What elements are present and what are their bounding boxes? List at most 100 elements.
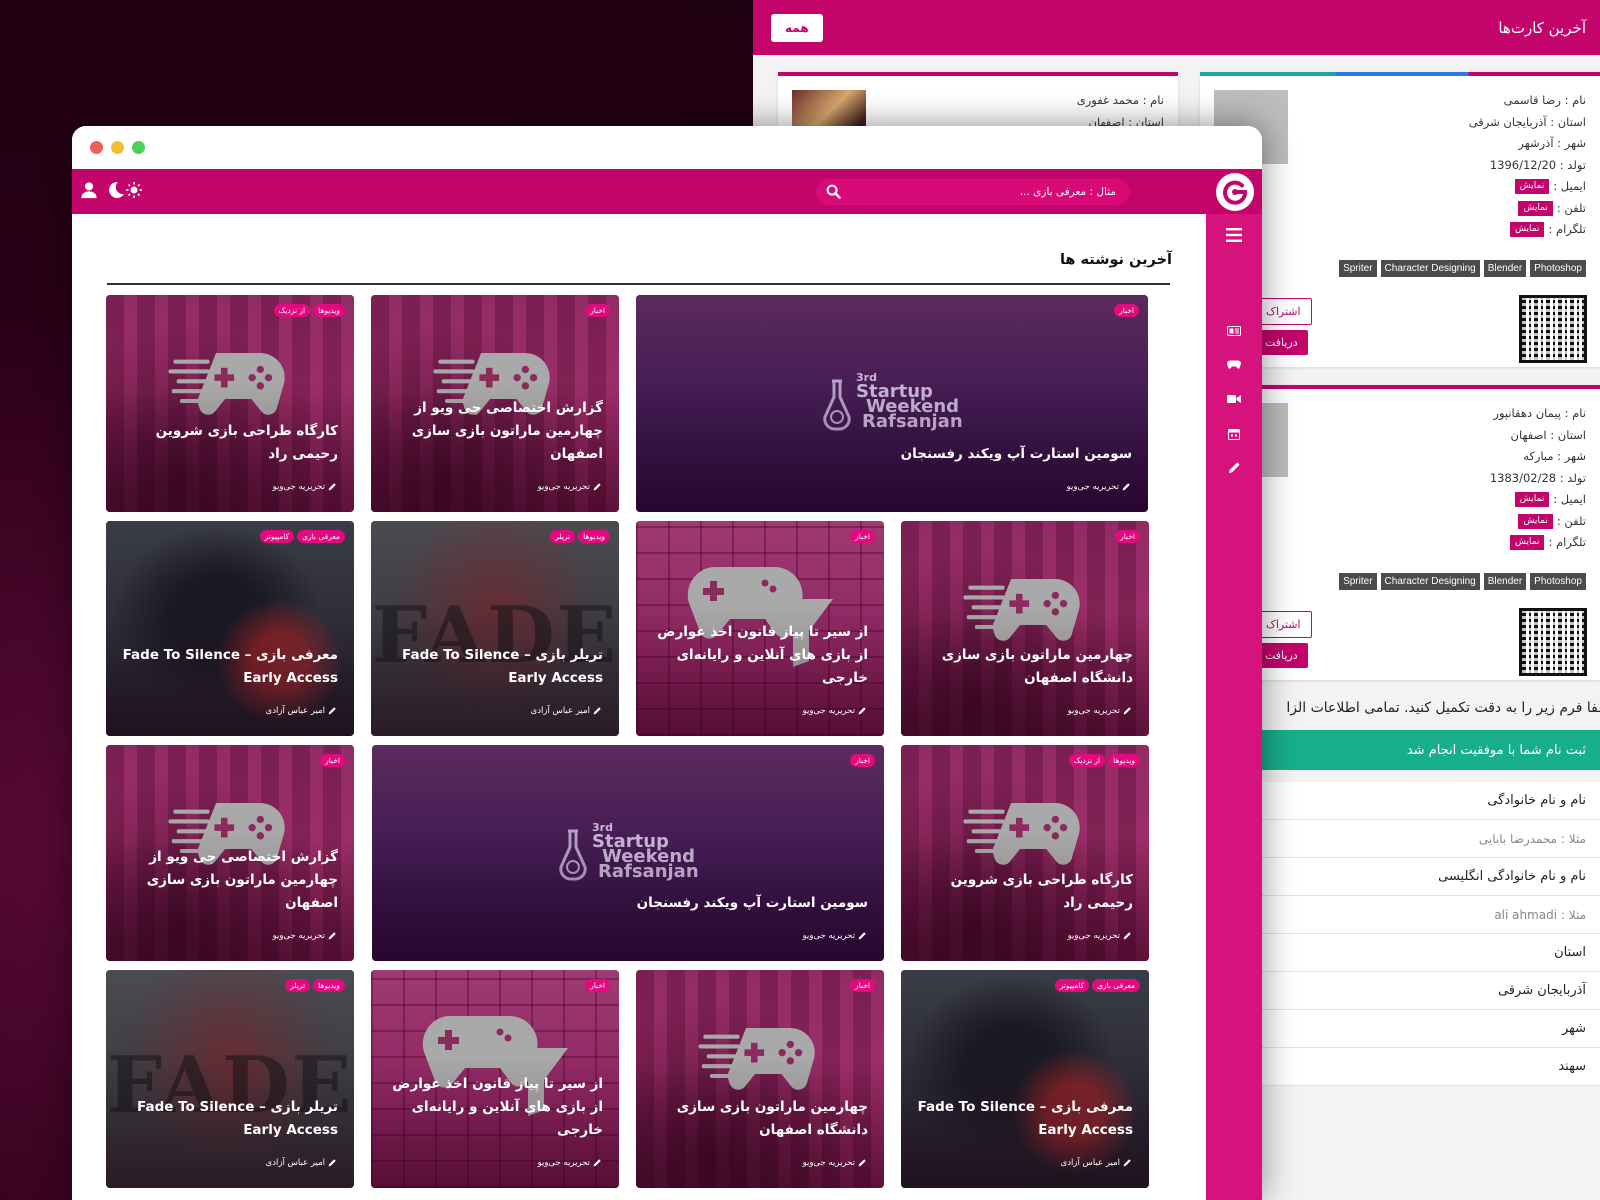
author-name: تحریریه جی‌ویو xyxy=(1066,482,1119,492)
post-title[interactable]: تریلر بازی Fade To Silence – Early Acces… xyxy=(122,1096,338,1142)
post-card[interactable]: اخبار از سیر تا پیاز قانون اخذ عوارض از … xyxy=(636,521,884,736)
pencil-icon xyxy=(1123,932,1131,940)
category-tag[interactable]: ویدیوها xyxy=(313,304,345,317)
skill-tag: Character Designing xyxy=(1380,260,1480,277)
skill-tag: Spriter xyxy=(1339,573,1377,590)
user-icon[interactable] xyxy=(80,181,98,199)
category-tag[interactable]: از نزدیک xyxy=(273,304,311,317)
post-card[interactable]: 3rd Startup Weekend Rafsanjan اخبار سومی… xyxy=(636,295,1148,512)
post-card[interactable]: 3rd Startup Weekend Rafsanjan اخبار سومی… xyxy=(372,745,884,961)
news-icon[interactable] xyxy=(1206,326,1262,336)
email-label: ایمیل : xyxy=(1553,492,1586,506)
pencil-icon xyxy=(858,932,866,940)
category-tag[interactable]: معرفی بازی xyxy=(1092,979,1140,992)
pencil-icon xyxy=(328,483,336,491)
category-tag[interactable]: تریلر xyxy=(285,979,311,992)
post-card[interactable]: FADE ویدیوهاتریلر تریلر بازی Fade To Sil… xyxy=(371,521,619,736)
post-card[interactable]: اخبار چهارمین ماراتون بازی سازی دانشگاه … xyxy=(901,521,1149,736)
category-tag[interactable]: ویدیوها xyxy=(1108,754,1140,767)
post-tags: اخبار xyxy=(850,754,875,767)
post-title[interactable]: گزارش اختصاصی جی ویو از چهارمین ماراتون … xyxy=(122,846,338,915)
post-author: تحریریه جی‌ویو xyxy=(538,1158,601,1168)
post-title[interactable]: گزارش اختصاصی جی ویو از چهارمین ماراتون … xyxy=(387,397,603,466)
post-card[interactable]: ویدیوها از نزدیک کارگاه طراحی بازی شروین … xyxy=(901,745,1149,961)
download-button[interactable]: دریافت xyxy=(1255,643,1308,668)
post-title[interactable]: از سیر تا پیاز قانون اخذ عوارض از بازی ه… xyxy=(387,1073,603,1142)
category-tag[interactable]: ویدیوها xyxy=(578,530,610,543)
show-telegram-button[interactable]: نمایش xyxy=(1510,222,1545,237)
category-tag[interactable]: معرفی بازی xyxy=(297,530,345,543)
all-cards-button[interactable]: همه xyxy=(771,13,823,42)
category-tag[interactable]: اخبار xyxy=(1115,530,1140,543)
category-tag[interactable]: تریلر xyxy=(550,530,576,543)
pencil-icon xyxy=(328,707,336,715)
pencil-icon[interactable] xyxy=(1206,462,1262,474)
member-city: شهر : مبارکه xyxy=(1523,449,1586,463)
post-card[interactable]: اخبار از سیر تا پیاز قانون اخذ عوارض از … xyxy=(371,970,619,1188)
category-tag[interactable]: اخبار xyxy=(850,979,875,992)
telegram-label: تلگرام : xyxy=(1548,535,1586,549)
post-title[interactable]: کارگاه طراحی بازی شروین رحیمی راد xyxy=(917,869,1133,915)
search-input[interactable]: مثال : معرفی بازی ... xyxy=(816,179,1130,205)
post-title[interactable]: از سیر تا پیاز قانون اخذ عوارض از بازی ه… xyxy=(652,621,868,690)
post-overlay xyxy=(106,295,354,512)
category-tag[interactable]: اخبار xyxy=(1114,304,1139,317)
post-card[interactable]: معرفی بازی کامپیوتر معرفی بازی Fade To Si… xyxy=(901,970,1149,1188)
post-title[interactable]: چهارمین ماراتون بازی سازی دانشگاه اصفهان xyxy=(917,644,1133,690)
category-tag[interactable]: اخبار xyxy=(320,754,345,767)
category-tag[interactable]: اخبار xyxy=(850,754,875,767)
show-email-button[interactable]: نمایش xyxy=(1514,179,1550,194)
post-tags: معرفی بازی کامپیوتر xyxy=(1054,979,1140,992)
video-icon[interactable] xyxy=(1206,394,1262,404)
post-card[interactable]: FADE ویدیوهاتریلر تریلر بازی Fade To Sil… xyxy=(106,970,354,1188)
category-tag[interactable]: اخبار xyxy=(585,304,610,317)
post-title[interactable]: چهارمین ماراتون بازی سازی دانشگاه اصفهان xyxy=(652,1096,868,1142)
post-title[interactable]: تریلر بازی Fade To Silence – Early Acces… xyxy=(387,644,603,690)
show-phone-button[interactable]: نمایش xyxy=(1518,513,1553,529)
qr-code xyxy=(1519,295,1587,363)
theme-toggle-icon[interactable] xyxy=(104,180,144,200)
post-card[interactable]: اخبار گزارش اختصاصی جی ویو از چهارمین ما… xyxy=(371,295,619,512)
minimize-window-button[interactable] xyxy=(111,141,124,154)
download-button[interactable]: دریافت xyxy=(1255,330,1308,355)
category-tag[interactable]: کامپیوتر xyxy=(1054,979,1090,992)
post-title[interactable]: سومین استارت آپ ویکند رفسنجان xyxy=(652,443,1132,466)
post-card[interactable]: معرفی بازی کامپیوتر معرفی بازی Fade To Si… xyxy=(106,521,354,736)
post-title[interactable]: معرفی بازی Fade To Silence – Early Acces… xyxy=(122,644,338,690)
close-window-button[interactable] xyxy=(90,141,103,154)
author-name: تحریریه جی‌ویو xyxy=(802,931,855,941)
category-tag[interactable]: از نزدیک xyxy=(1068,754,1106,767)
show-phone-button[interactable]: نمایش xyxy=(1518,200,1553,216)
gamepad-icon[interactable] xyxy=(1206,360,1262,369)
show-telegram-button[interactable]: نمایش xyxy=(1510,535,1545,550)
category-tag[interactable]: ویدیوها xyxy=(313,979,345,992)
show-email-button[interactable]: نمایش xyxy=(1514,492,1550,507)
calendar-icon[interactable] xyxy=(1206,428,1262,440)
post-card[interactable]: اخبار گزارش اختصاصی جی ویو از چهارمین ما… xyxy=(106,745,354,961)
cards-header: آخرین کارت‌ها همه xyxy=(753,0,1600,55)
site-logo[interactable] xyxy=(1216,173,1254,211)
post-tags: اخبار xyxy=(585,304,610,317)
member-fields: نام : رضا قاسمی استان : آذربایجان شرقی ش… xyxy=(1469,90,1586,241)
category-tag[interactable]: اخبار xyxy=(850,530,875,543)
member-card: نام : محمد غفوری استان : اصفهان xyxy=(778,72,1178,164)
email-label: ایمیل : xyxy=(1553,179,1586,193)
phone-label: تلفن : xyxy=(1556,200,1586,215)
share-button[interactable]: اشتراک xyxy=(1255,298,1312,325)
top-navbar: مثال : معرفی بازی ... xyxy=(72,169,1262,214)
post-card[interactable]: اخبار چهارمین ماراتون بازی سازی دانشگاه … xyxy=(636,970,884,1188)
search-icon[interactable] xyxy=(826,184,841,202)
maximize-window-button[interactable] xyxy=(132,141,145,154)
post-title[interactable]: سومین استارت آپ ویکند رفسنجان xyxy=(388,892,868,915)
pencil-icon xyxy=(1123,707,1131,715)
cards-header-title: آخرین کارت‌ها xyxy=(1498,18,1586,37)
category-tag[interactable]: کامپیوتر xyxy=(259,530,295,543)
post-author: امیر عباس آزادی xyxy=(266,706,336,716)
share-button[interactable]: اشتراک xyxy=(1255,611,1312,638)
post-title[interactable]: معرفی بازی Fade To Silence – Early Acces… xyxy=(917,1096,1133,1142)
post-title[interactable]: کارگاه طراحی بازی شروین رحیمی راد xyxy=(122,420,338,466)
menu-toggle[interactable] xyxy=(1206,228,1262,242)
post-card[interactable]: ویدیوها از نزدیک کارگاه طراحی بازی شروین … xyxy=(106,295,354,512)
pencil-icon xyxy=(593,1159,601,1167)
category-tag[interactable]: اخبار xyxy=(585,979,610,992)
